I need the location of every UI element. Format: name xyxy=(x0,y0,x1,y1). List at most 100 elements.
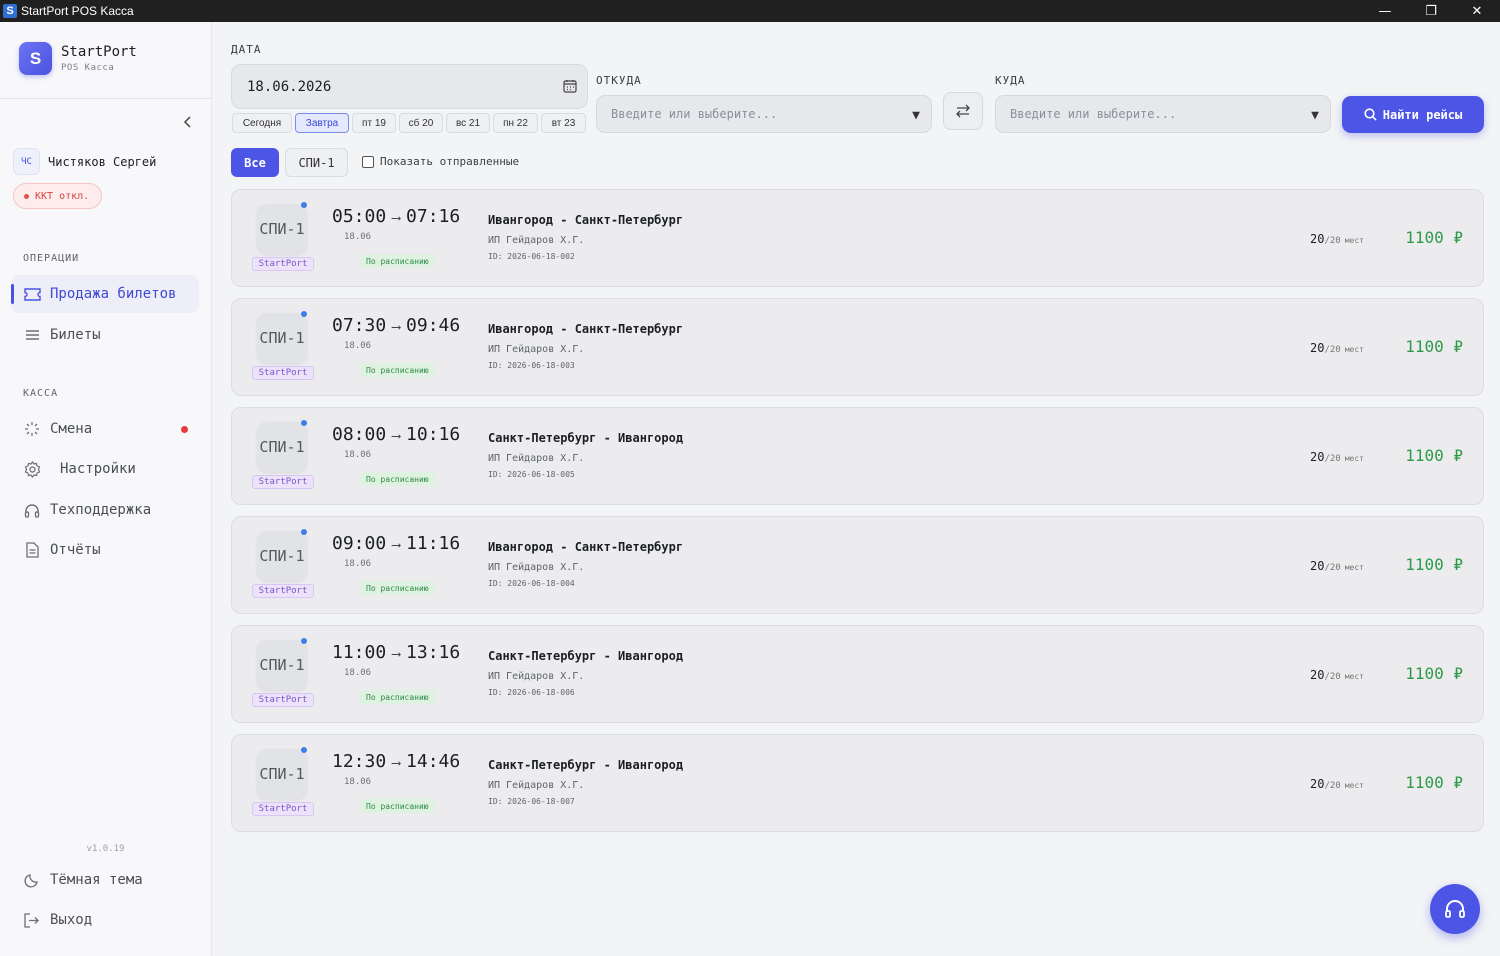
minimize-button[interactable]: — xyxy=(1362,0,1408,22)
to-select[interactable]: Введите или выберите... ▼ xyxy=(995,95,1331,133)
quick-date-mon[interactable]: пн 22 xyxy=(493,113,538,133)
trip-date: 18.06 xyxy=(344,668,372,678)
window-titlebar: S StartPort POS Kacca — ❐ ✕ xyxy=(0,0,1500,22)
trip-card[interactable]: СПИ-1 StartPort 12:30 ⟶ 14:46 18.06 По рас… xyxy=(231,734,1484,832)
filter-all-button[interactable]: Все xyxy=(231,148,279,177)
trip-price: 1100 ₽ xyxy=(1405,773,1463,792)
sidebar-item-tickets[interactable]: Билеты xyxy=(11,316,199,354)
date-value: 18.06.2026 xyxy=(247,78,332,95)
quick-date-tue[interactable]: вт 23 xyxy=(541,113,586,133)
quick-date-today[interactable]: Сегодня xyxy=(232,113,292,133)
bus-status-dot-icon xyxy=(301,202,307,208)
carrier-tag: StartPort xyxy=(252,693,314,707)
sidebar-item-shift[interactable]: Смена xyxy=(11,410,199,448)
status-badge: По расписанию xyxy=(360,363,435,377)
arrow-right-icon: ⟶ xyxy=(392,211,401,226)
section-label-operations: ОПЕРАЦИИ xyxy=(23,253,80,264)
arrow-right-icon: ⟶ xyxy=(392,429,401,444)
bus-badge: СПИ-1 xyxy=(257,531,307,581)
seats-info: 20/20 мест xyxy=(1310,668,1364,682)
status-badge: По расписанию xyxy=(360,472,435,486)
calendar-icon xyxy=(563,80,577,93)
chevron-down-icon: ▼ xyxy=(1311,108,1319,123)
seats-unit: мест xyxy=(1344,236,1364,245)
show-sent-checkbox[interactable]: Показать отправленные xyxy=(362,155,519,168)
bus-badge: СПИ-1 xyxy=(257,422,307,472)
trip-route: Санкт-Петербург - Ивангород xyxy=(488,431,684,445)
user-info[interactable]: ЧС Чистяков Сергей xyxy=(13,148,156,175)
trip-card[interactable]: СПИ-1 StartPort 07:30 ⟶ 09:46 18.06 По рас… xyxy=(231,298,1484,396)
carrier-tag: StartPort xyxy=(252,584,314,598)
trip-date: 18.06 xyxy=(344,777,372,787)
logout-icon xyxy=(23,911,41,929)
sidebar-item-label: Выход xyxy=(50,912,93,928)
date-field[interactable]: 18.06.2026 xyxy=(231,64,588,109)
brand: S StartPort POS Касса xyxy=(19,42,137,75)
from-select[interactable]: Введите или выберите... ▼ xyxy=(596,95,932,133)
sidebar-item-ticket-sales[interactable]: Продажа билетов xyxy=(11,275,199,313)
quick-date-tomorrow[interactable]: Завтра xyxy=(295,113,349,133)
trip-card[interactable]: СПИ-1 StartPort 11:00 ⟶ 13:16 18.06 По рас… xyxy=(231,625,1484,723)
trip-operator: ИП Гейдаров Х.Г. xyxy=(488,453,585,464)
logout-button[interactable]: Выход xyxy=(11,901,199,939)
seats-total: /20 xyxy=(1324,781,1341,791)
search-icon xyxy=(1364,108,1377,121)
trip-card[interactable]: СПИ-1 StartPort 09:00 ⟶ 11:16 18.06 По рас… xyxy=(231,516,1484,614)
swap-direction-button[interactable] xyxy=(943,92,983,130)
trip-price: 1100 ₽ xyxy=(1405,664,1463,683)
seats-free: 20 xyxy=(1310,341,1325,355)
sidebar-item-settings[interactable]: Настройки xyxy=(11,450,199,488)
checkbox-icon[interactable] xyxy=(362,155,374,168)
collapse-sidebar-button[interactable] xyxy=(180,114,196,130)
departure-time: 12:30 xyxy=(332,751,387,772)
quick-date-sat[interactable]: сб 20 xyxy=(399,113,443,133)
trip-card[interactable]: СПИ-1 StartPort 05:00 ⟶ 07:16 18.06 По рас… xyxy=(231,189,1484,287)
find-trips-button[interactable]: Найти рейсы xyxy=(1342,96,1484,133)
support-fab-button[interactable] xyxy=(1430,884,1480,934)
close-button[interactable]: ✕ xyxy=(1454,0,1500,22)
seats-unit: мест xyxy=(1344,672,1364,681)
bus-status-dot-icon xyxy=(301,311,307,317)
trip-times: 12:30 ⟶ 14:46 xyxy=(332,751,460,772)
status-badge: По расписанию xyxy=(360,690,435,704)
sidebar-item-label: Тёмная тема xyxy=(50,872,143,888)
arrival-time: 14:46 xyxy=(406,751,461,772)
seats-free: 20 xyxy=(1310,668,1325,682)
seats-free: 20 xyxy=(1310,777,1325,791)
app-version: v1.0.19 xyxy=(86,844,125,854)
app-icon: S xyxy=(3,4,17,18)
sidebar-item-support[interactable]: Техподдержка xyxy=(11,491,199,529)
bus-badge: СПИ-1 xyxy=(257,313,307,363)
trip-date: 18.06 xyxy=(344,450,372,460)
kkt-status-label: ККТ откл. xyxy=(35,190,90,202)
arrival-time: 10:16 xyxy=(406,424,461,445)
trip-date: 18.06 xyxy=(344,232,372,242)
loader-icon xyxy=(23,420,41,438)
quick-date-fri[interactable]: пт 19 xyxy=(352,113,396,133)
maximize-button[interactable]: ❐ xyxy=(1408,0,1454,22)
trip-operator: ИП Гейдаров Х.Г. xyxy=(488,671,585,682)
trip-operator: ИП Гейдаров Х.Г. xyxy=(488,235,585,246)
carrier-tag: StartPort xyxy=(252,475,314,489)
quick-date-sun[interactable]: вс 21 xyxy=(446,113,490,133)
seats-unit: мест xyxy=(1344,345,1364,354)
trip-route: Ивангород - Санкт-Петербург xyxy=(488,213,684,227)
avatar: ЧС xyxy=(13,148,40,175)
trip-route: Санкт-Петербург - Ивангород xyxy=(488,649,684,663)
user-name: Чистяков Сергей xyxy=(48,154,157,169)
arrival-time: 11:16 xyxy=(406,533,461,554)
sidebar-item-reports[interactable]: Отчёты xyxy=(11,531,199,569)
main-content: ДАТА 18.06.2026 Сегодня Завтра пт 19 сб … xyxy=(212,22,1500,956)
filter-bus-chip[interactable]: СПИ-1 xyxy=(285,148,348,177)
kkt-status-badge[interactable]: ККТ откл. xyxy=(13,183,103,209)
brand-name: StartPort xyxy=(61,44,137,60)
brand-logo: S xyxy=(19,42,52,75)
trip-card[interactable]: СПИ-1 StartPort 08:00 ⟶ 10:16 18.06 По рас… xyxy=(231,407,1484,505)
headset-icon xyxy=(23,501,41,519)
arrow-right-icon: ⟶ xyxy=(392,538,401,553)
carrier-tag: StartPort xyxy=(252,802,314,816)
dark-theme-toggle[interactable]: Тёмная тема xyxy=(11,861,199,899)
sidebar-item-label: Билеты xyxy=(50,327,101,343)
date-label: ДАТА xyxy=(231,43,262,56)
status-badge: По расписанию xyxy=(360,254,435,268)
